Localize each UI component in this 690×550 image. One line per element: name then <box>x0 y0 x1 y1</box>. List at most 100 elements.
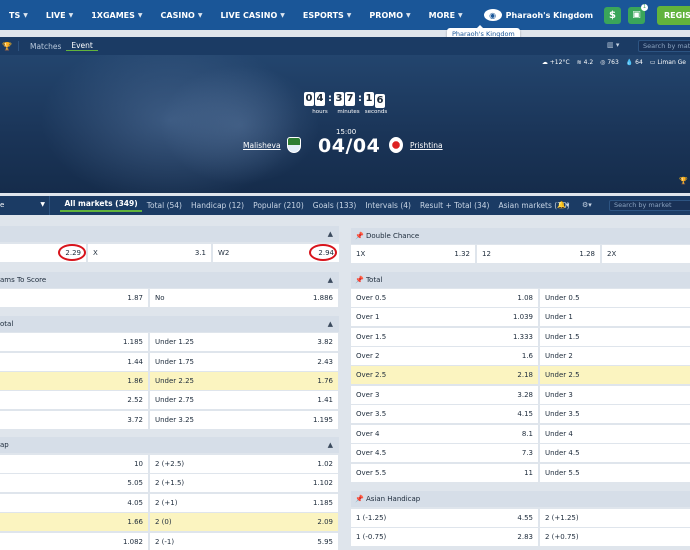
odds-cell[interactable]: Over 3 3.28 <box>351 386 538 404</box>
odds-cell[interactable]: 1 (-0.75) 2.83 <box>351 528 538 546</box>
odds-cell[interactable]: 1.66 <box>0 513 148 531</box>
tab-total[interactable]: Total (54) <box>142 201 186 210</box>
odds-cell[interactable]: Over 2 1.6 <box>351 347 538 365</box>
gear-icon[interactable]: ⚙▾ <box>582 201 592 209</box>
tab-popular[interactable]: Popular (210) <box>249 201 309 210</box>
odds-cell[interactable]: 1.87 <box>0 289 148 307</box>
table-row: 1.185 Under 1.25 3.82 <box>0 333 340 351</box>
odds-cell[interactable]: Over 0.5 1.08 <box>351 289 538 307</box>
odds-cell[interactable]: Under 3.5 <box>540 405 690 423</box>
nav-1xgames[interactable]: 1XGAMES ▼ <box>82 11 151 20</box>
nav-promo[interactable]: PROMO ▼ <box>360 11 419 20</box>
odds-cell[interactable]: Under 0.5 <box>540 289 690 307</box>
odds-cell[interactable]: Over 2.5 2.18 <box>351 366 538 384</box>
odds-cell[interactable]: 1X 1.32 <box>351 245 475 263</box>
handicap-market-header[interactable]: ap ▲ <box>0 437 339 453</box>
odds-cell[interactable]: 2.52 <box>0 391 148 409</box>
odds-cell[interactable]: Over 1 1.039 <box>351 308 538 326</box>
wind-icon: ≋ <box>576 59 582 66</box>
table-row: 10 2 (+2.5) 1.02 <box>0 455 340 473</box>
countdown-separator: : <box>358 93 362 104</box>
odds-cell[interactable]: No 1.886 <box>150 289 338 307</box>
cloud-icon: ☁ <box>541 59 548 66</box>
total-market-header[interactable]: 📌 Total <box>351 272 690 288</box>
tab-result-total[interactable]: Result + Total (34) <box>415 201 494 210</box>
nav-live-casino[interactable]: LIVE CASINO ▼ <box>211 11 293 20</box>
chevron-down-icon: ▼ <box>40 201 45 208</box>
away-team-name[interactable]: Prishtina <box>410 141 443 150</box>
expand-icon[interactable]: 🏆 <box>679 177 688 185</box>
bell-icon[interactable]: 🔔▾ <box>557 201 569 209</box>
odds-cell[interactable]: 1.86 <box>0 372 148 390</box>
odds-cell[interactable]: 2X <box>602 245 690 263</box>
odds-cell[interactable]: Under 3 <box>540 386 690 404</box>
odds-cell[interactable]: Under 4 <box>540 425 690 443</box>
odds-cell[interactable]: Under 4.5 <box>540 444 690 462</box>
odds-cell[interactable]: Over 4.5 7.3 <box>351 444 538 462</box>
odds-cell[interactable]: Over 5.5 11 <box>351 464 538 482</box>
nav-more[interactable]: MORE ▼ <box>420 11 472 20</box>
odds-cell[interactable]: 12 1.28 <box>477 245 600 263</box>
total-market-header[interactable]: otal ▲ <box>0 316 339 332</box>
odds-cell[interactable]: 4.05 <box>0 494 148 512</box>
odds-cell[interactable]: 2 (+1) 1.185 <box>150 494 338 512</box>
nav-sports[interactable]: TS ▼ <box>0 11 37 20</box>
odds-cell[interactable]: 2 (+1.25) <box>540 509 690 527</box>
odds-cell[interactable]: Over 4 8.1 <box>351 425 538 443</box>
odds-cell[interactable]: Under 1.75 2.43 <box>150 353 338 371</box>
bts-market-header[interactable]: ams To Score ▲ <box>0 272 339 288</box>
tab-event[interactable]: Event <box>66 41 98 51</box>
stats-chart-icon[interactable]: ▥ ▾ <box>607 41 619 49</box>
nav-esports[interactable]: ESPORTS ▼ <box>294 11 361 20</box>
odds-cell[interactable]: Under 5.5 <box>540 464 690 482</box>
odds-cell[interactable]: Over 1.5 1.333 <box>351 328 538 346</box>
double-chance-header[interactable]: 📌 Double Chance <box>351 228 690 244</box>
odds-cell[interactable]: 2 (+1.5) 1.102 <box>150 474 338 492</box>
pin-icon[interactable]: 📌 <box>355 232 364 240</box>
odds-cell[interactable]: 2 (+2.5) 1.02 <box>150 455 338 473</box>
odds-cell[interactable]: 1.185 <box>0 333 148 351</box>
odds-cell[interactable]: Under 2.75 1.41 <box>150 391 338 409</box>
odds-cell[interactable]: Under 2 <box>540 347 690 365</box>
tab-intervals[interactable]: Intervals (4) <box>361 201 416 210</box>
nav-live[interactable]: LIVE ▼ <box>37 11 82 20</box>
deposit-dollar-icon[interactable]: $ <box>604 7 621 24</box>
odds-cell[interactable]: Under 2.5 <box>540 366 690 384</box>
tab-matches[interactable]: Matches <box>25 42 66 51</box>
odds-cell[interactable]: Under 3.25 1.195 <box>150 411 338 429</box>
odds-cell[interactable]: Under 2.25 1.76 <box>150 372 338 390</box>
result-market-header[interactable]: ▲ <box>0 226 339 242</box>
odds-cell[interactable]: 2 (0) 2.09 <box>150 513 338 531</box>
gift-icon[interactable]: ▣ 1 <box>628 4 648 24</box>
register-button[interactable]: REGIS <box>657 6 690 25</box>
market-search-input[interactable]: Search by market <box>609 200 690 211</box>
odds-cell[interactable]: 5.05 <box>0 474 148 492</box>
countdown-digit: 1 <box>364 92 374 106</box>
odds-cell[interactable]: 2 (-1) 5.95 <box>150 533 338 550</box>
trophy-icon[interactable]: 🏆 <box>2 42 12 51</box>
odds-cell[interactable]: 1.082 <box>0 533 148 550</box>
tab-handicap[interactable]: Handicap (12) <box>186 201 248 210</box>
odds-cell[interactable]: 3.72 <box>0 411 148 429</box>
odds-cell[interactable]: Under 1.5 <box>540 328 690 346</box>
match-search-input[interactable]: Search by matc <box>638 40 690 52</box>
market-group-select[interactable]: e ▼ <box>0 196 50 215</box>
table-row: 5.05 2 (+1.5) 1.102 <box>0 474 340 492</box>
table-row: Over 1.5 1.333 Under 1.5 <box>351 328 690 346</box>
nav-casino[interactable]: CASINO ▼ <box>152 11 212 20</box>
tab-all-markets[interactable]: All markets (349) <box>60 199 143 212</box>
home-team-name[interactable]: Malisheva <box>243 141 281 150</box>
pin-icon[interactable]: 📌 <box>355 276 364 284</box>
odds-x[interactable]: X 3.1 <box>88 244 211 262</box>
odds-cell[interactable]: 2 (+0.75) <box>540 528 690 546</box>
tab-goals[interactable]: Goals (133) <box>308 201 361 210</box>
odds-cell[interactable]: Under 1 <box>540 308 690 326</box>
odds-cell[interactable]: 1 (-1.25) 4.55 <box>351 509 538 527</box>
odds-cell[interactable]: 1.44 <box>0 353 148 371</box>
odds-cell[interactable]: Over 3.5 4.15 <box>351 405 538 423</box>
nav-pharaohs-kingdom[interactable]: ◉ Pharaoh's Kingdom <box>472 9 602 21</box>
pin-icon[interactable]: 📌 <box>355 495 364 503</box>
asian-handicap-header[interactable]: 📌 Asian Handicap <box>351 491 690 507</box>
odds-cell[interactable]: 10 <box>0 455 148 473</box>
odds-cell[interactable]: Under 1.25 3.82 <box>150 333 338 351</box>
